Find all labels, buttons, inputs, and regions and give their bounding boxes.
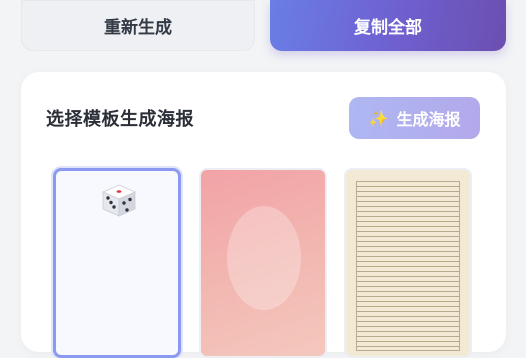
- sparkles-icon: ✨: [368, 108, 389, 128]
- pink-oval-decoration: [227, 206, 301, 310]
- template-panel-title: 选择模板生成海报: [46, 109, 194, 130]
- regenerate-button[interactable]: 重新生成: [21, 0, 255, 51]
- dice-template[interactable]: [53, 168, 181, 358]
- generate-poster-label: 生成海报: [396, 110, 461, 129]
- pink-gradient-template[interactable]: [199, 168, 327, 358]
- regenerate-button-label: 重新生成: [104, 18, 172, 38]
- dice-icon: [102, 184, 136, 217]
- generate-poster-button[interactable]: ✨ 生成海报: [349, 97, 480, 139]
- template-panel: 选择模板生成海报 ✨ 生成海报: [21, 72, 506, 358]
- copy-all-button-label: 复制全部: [354, 18, 422, 38]
- copy-all-button[interactable]: 复制全部: [270, 0, 506, 51]
- lined-paper-template[interactable]: [344, 168, 472, 358]
